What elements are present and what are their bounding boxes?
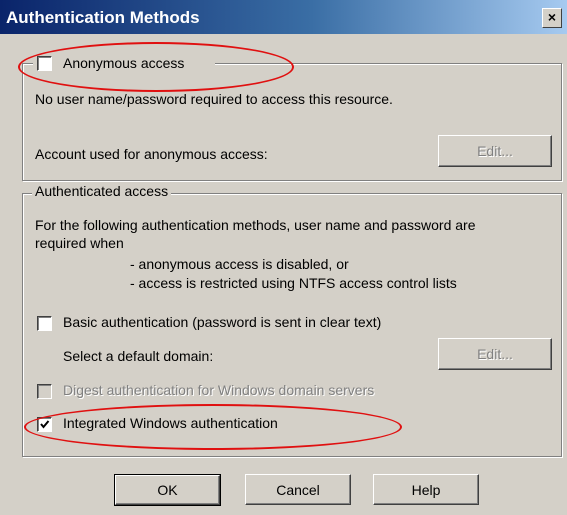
authentication-methods-dialog: Authentication Methods × Anonymous acces… [0,0,567,515]
authenticated-bullet-2: - access is restricted using NTFS access… [130,275,457,291]
anonymous-access-label[interactable]: Anonymous access [63,55,184,71]
cancel-button[interactable]: Cancel [245,474,351,505]
domain-edit-button[interactable]: Edit... [438,338,552,370]
anonymous-account-label: Account used for anonymous access: [35,146,268,162]
authenticated-access-legend: Authenticated access [32,183,172,199]
authenticated-intro-line2: required when [35,235,124,251]
integrated-auth-checkbox[interactable] [37,417,52,432]
title-bar: Authentication Methods × [0,0,567,34]
checkmark-icon [40,420,50,429]
basic-auth-label[interactable]: Basic authentication (password is sent i… [63,314,381,330]
digest-auth-checkbox[interactable] [37,384,52,399]
authenticated-bullet-1: - anonymous access is disabled, or [130,256,349,272]
anonymous-edit-button[interactable]: Edit... [438,135,552,167]
close-button[interactable]: × [542,8,562,28]
basic-auth-checkbox[interactable] [37,316,52,331]
default-domain-label: Select a default domain: [63,348,214,364]
integrated-auth-label[interactable]: Integrated Windows authentication [63,415,278,431]
help-button[interactable]: Help [373,474,479,505]
digest-auth-label[interactable]: Digest authentication for Windows domain… [63,382,374,398]
close-icon: × [547,9,557,25]
ok-button[interactable]: OK [114,474,221,506]
anonymous-access-checkbox[interactable] [37,56,52,71]
authenticated-intro-line1: For the following authentication methods… [35,217,476,233]
dialog-title: Authentication Methods [6,8,200,27]
anonymous-access-description: No user name/password required to access… [35,91,393,107]
